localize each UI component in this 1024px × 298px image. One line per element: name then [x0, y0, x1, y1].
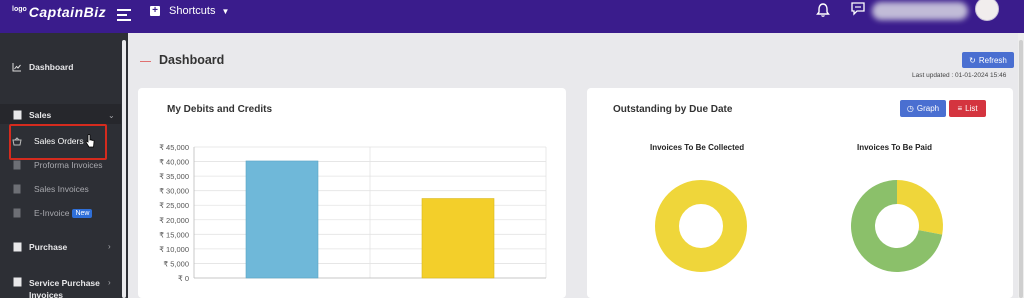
last-updated-text: Last updated : 01-01-2024 15:46	[912, 72, 1007, 79]
document-icon	[12, 242, 22, 252]
graph-label: Graph	[916, 104, 940, 113]
app-logo[interactable]: logo CaptainBiz	[12, 4, 106, 20]
refresh-button[interactable]: ↻ Refresh	[962, 52, 1014, 68]
plus-icon: +	[150, 6, 160, 16]
sidebar-item-purchase[interactable]: Purchase	[12, 242, 67, 252]
sidebar-scrollbar[interactable]	[122, 40, 126, 298]
document-icon	[12, 277, 22, 287]
y-tick-label: ₹ 20,000	[159, 216, 189, 225]
debits-credits-card: My Debits and Credits ₹ 0 ₹ 5,000 ₹ 10,000…	[138, 88, 566, 298]
list-label: List	[965, 104, 978, 113]
y-tick-label: ₹ 10,000	[159, 245, 189, 254]
chart-line-icon	[12, 62, 22, 72]
invoices-collected-donut	[655, 180, 747, 272]
sidebar-item-sales-invoices[interactable]: Sales Invoices	[12, 184, 89, 194]
sidebar-item-label: Dashboard	[29, 62, 74, 72]
sidebar-item-dashboard[interactable]: Dashboard	[12, 62, 73, 72]
document-icon	[12, 160, 22, 170]
logo-prefix: logo	[12, 6, 27, 13]
graph-icon: ◷	[906, 104, 914, 113]
document-icon	[12, 208, 22, 218]
sidebar-item-proforma-invoices[interactable]: Proforma Invoices	[12, 160, 103, 170]
top-navbar: logo CaptainBiz + Shortcuts ▼	[0, 0, 1024, 33]
donut-slice	[655, 180, 747, 272]
hand-cursor-icon	[85, 134, 95, 148]
new-badge: New	[72, 208, 93, 218]
sidebar-item-sales[interactable]: Sales	[12, 110, 51, 120]
paid-title: Invoices To Be Paid	[857, 143, 932, 152]
user-name-blurred	[872, 2, 968, 20]
card-title: Outstanding by Due Date	[613, 104, 733, 115]
collected-title: Invoices To Be Collected	[650, 143, 745, 152]
sidebar-item-e-invoice[interactable]: E-Invoice New	[12, 208, 93, 218]
sidebar-item-label: Sales Invoices	[34, 184, 89, 194]
logo-text: CaptainBiz	[28, 4, 107, 20]
sidebar-item-label: Invoices	[29, 290, 64, 298]
list-button[interactable]: ≡ List	[949, 100, 986, 117]
chat-icon[interactable]	[850, 0, 868, 16]
shortcuts-dropdown[interactable]: + Shortcuts ▼	[150, 5, 229, 17]
graph-button[interactable]: ◷ Graph	[900, 100, 946, 117]
chevron-right-icon: ›	[108, 242, 111, 251]
invoices-paid-donut	[851, 180, 943, 272]
shortcuts-label: Shortcuts	[169, 5, 216, 17]
sidebar-item-label: Sales	[29, 110, 52, 120]
bell-icon[interactable]	[816, 2, 830, 18]
outstanding-card: Outstanding by Due Date ◷ Graph ≡ List I…	[587, 88, 1013, 298]
refresh-label: Refresh	[978, 55, 1007, 65]
y-tick-label: ₹ 25,000	[159, 201, 189, 210]
y-tick-label: ₹ 40,000	[159, 158, 189, 167]
bar	[245, 160, 319, 279]
donut-slice	[897, 180, 943, 235]
y-tick-label: ₹ 0	[178, 274, 189, 283]
chevron-down-icon: ▼	[221, 6, 230, 16]
title-accent	[140, 61, 151, 62]
page-scrollbar[interactable]	[1019, 40, 1023, 298]
y-tick-label: ₹ 45,000	[159, 143, 189, 152]
hamburger-menu-icon[interactable]	[117, 9, 131, 21]
sidebar-item-label: E-Invoice	[34, 208, 70, 218]
sidebar-item-label: Proforma Invoices	[34, 160, 103, 170]
chevron-down-icon: ⌄	[108, 111, 115, 120]
sidebar-item-label: Purchase	[29, 242, 68, 252]
avatar[interactable]	[975, 0, 999, 21]
refresh-icon: ↻	[969, 55, 976, 65]
document-icon	[12, 110, 22, 120]
page-title: Dashboard	[159, 53, 225, 67]
y-tick-label: ₹ 30,000	[159, 187, 189, 196]
sidebar-item-label: Service Purchase	[29, 278, 100, 288]
bar	[421, 198, 495, 279]
debits-credits-bar-chart: ₹ 0 ₹ 5,000 ₹ 10,000 ₹ 15,000 ₹ 20,000 ₹ 25,0…	[159, 143, 547, 283]
y-tick-label: ₹ 15,000	[159, 230, 189, 239]
chevron-right-icon: ›	[108, 278, 111, 287]
document-icon	[12, 184, 22, 194]
y-tick-label: ₹ 5,000	[163, 259, 189, 268]
list-icon: ≡	[957, 104, 963, 113]
y-tick-label: ₹ 35,000	[159, 172, 189, 181]
sidebar-item-service-purchase-invoices[interactable]: Service Purchase Invoices	[12, 277, 100, 298]
